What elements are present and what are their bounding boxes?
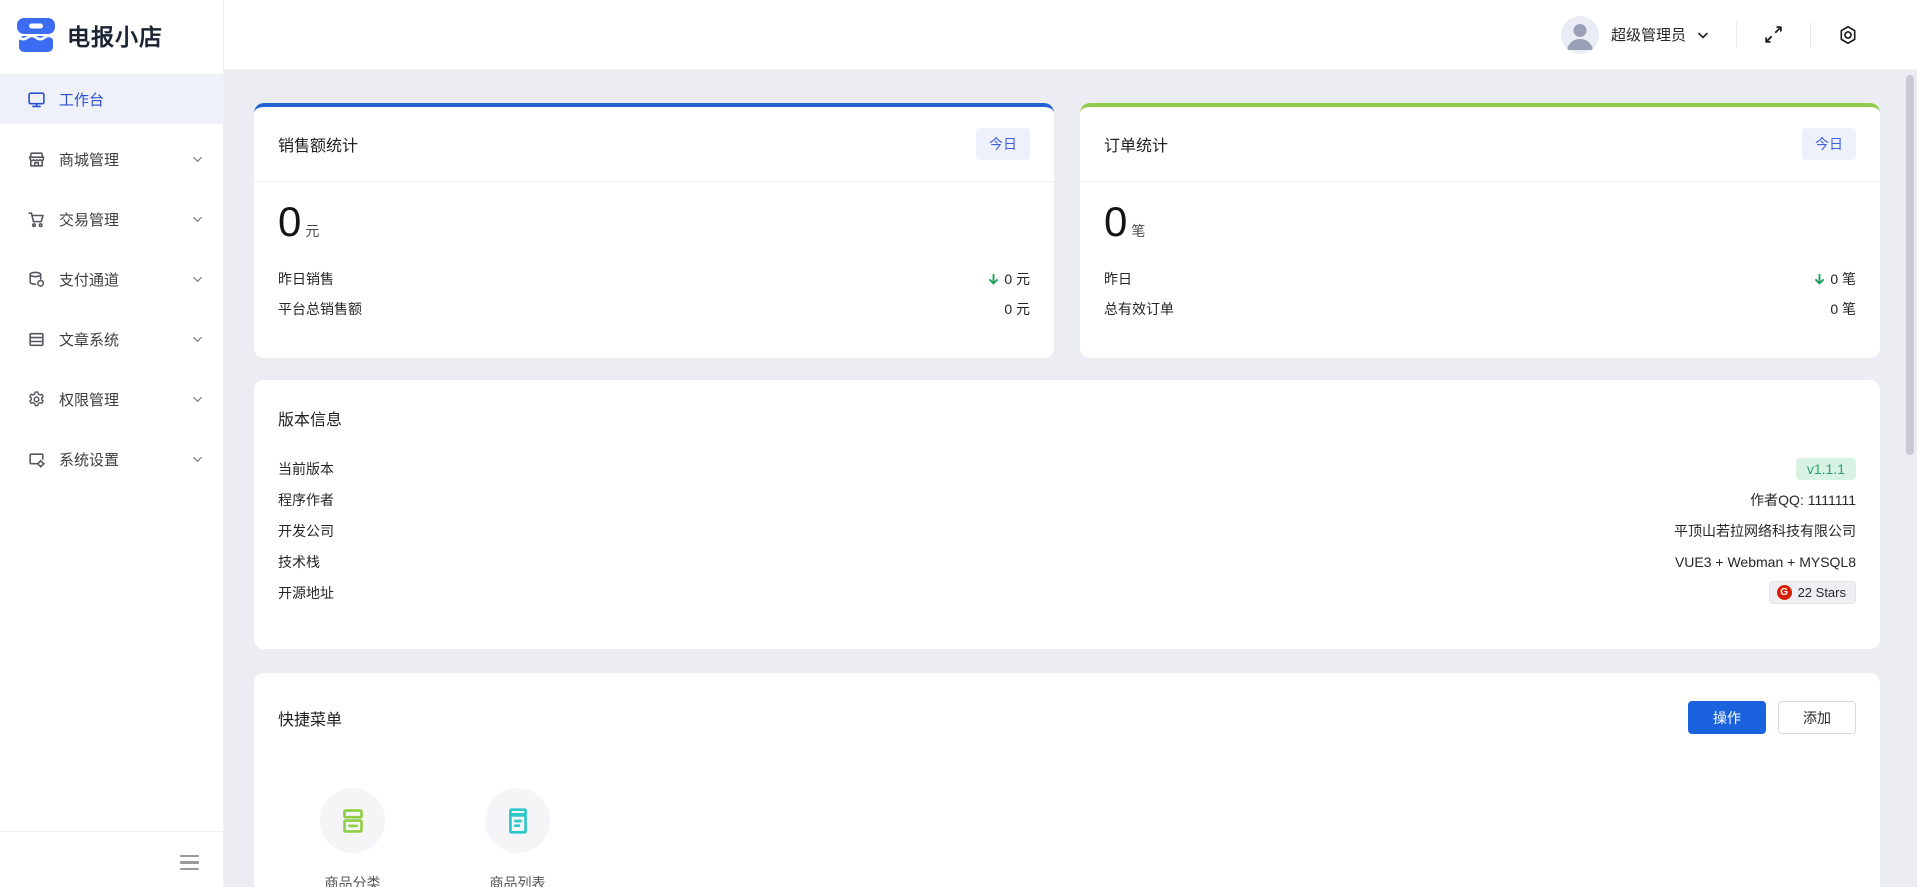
chevron-down-icon — [1696, 29, 1710, 41]
payment-db-icon — [27, 270, 46, 289]
sidebar-item-label: 工作台 — [59, 89, 104, 110]
add-button[interactable]: 添加 — [1778, 701, 1856, 734]
gitee-stars-badge[interactable]: G 22 Stars — [1769, 581, 1856, 604]
sidebar-menu: 工作台 商城管理 交易管理 — [0, 70, 223, 484]
version-row-label: 开发公司 — [278, 521, 334, 541]
version-row: 开源地址 G 22 Stars — [278, 577, 1856, 608]
shop-icon — [27, 150, 46, 169]
stat-row-value: 0 笔 — [1830, 299, 1856, 319]
version-row-label: 程序作者 — [278, 490, 334, 510]
version-row-value: VUE3 + Webman + MYSQL8 — [1675, 554, 1856, 570]
system-gear-icon — [27, 450, 46, 469]
sidebar-item-workbench[interactable]: 工作台 — [0, 74, 223, 124]
today-badge: 今日 — [1802, 128, 1856, 160]
shop-logo-icon — [14, 13, 58, 57]
chevron-down-icon — [191, 214, 204, 225]
version-badge: v1.1.1 — [1796, 458, 1856, 480]
sidebar-item-permission[interactable]: 权限管理 — [0, 374, 223, 424]
sidebar: 电报小店 工作台 商城管理 — [0, 0, 224, 887]
top-header: 超级管理员 — [224, 0, 1917, 70]
stat-row-label: 昨日 — [1104, 269, 1132, 289]
sidebar-divider — [0, 831, 223, 832]
chevron-down-icon — [191, 274, 204, 285]
stat-row: 昨日销售 0 元 — [278, 264, 1030, 294]
app-title: 电报小店 — [67, 18, 163, 52]
chevron-down-icon — [191, 154, 204, 165]
monitor-icon — [27, 90, 46, 109]
header-divider — [1810, 22, 1811, 48]
version-row-label: 开源地址 — [278, 583, 334, 603]
version-info-card: 版本信息 当前版本 v1.1.1 程序作者 作者QQ: 1111111 开发公司… — [254, 380, 1880, 649]
stars-count: 22 Stars — [1798, 585, 1846, 600]
quick-menu-title: 快捷菜单 — [278, 706, 342, 730]
version-row-label: 当前版本 — [278, 459, 334, 479]
avatar — [1561, 16, 1599, 54]
user-menu[interactable]: 超级管理员 — [1561, 16, 1710, 54]
orders-card-title: 订单统计 — [1104, 132, 1168, 156]
cart-icon — [27, 210, 46, 229]
stat-row-label: 昨日销售 — [278, 269, 334, 289]
stat-row-label: 总有效订单 — [1104, 299, 1174, 319]
version-row-label: 技术栈 — [278, 552, 320, 572]
main-content: 销售额统计 今日 0元 昨日销售 0 元 — [224, 70, 1917, 887]
quick-item-label: 商品列表 — [490, 873, 546, 887]
quick-item-product-category[interactable]: 商品分类 — [320, 788, 385, 887]
trend-down-icon — [1813, 273, 1826, 286]
sidebar-item-mall[interactable]: 商城管理 — [0, 134, 223, 184]
chevron-down-icon — [191, 394, 204, 405]
sidebar-item-label: 支付通道 — [59, 269, 119, 290]
sidebar-item-label: 系统设置 — [59, 449, 119, 470]
sidebar-item-label: 权限管理 — [59, 389, 119, 410]
stat-row: 昨日 0 笔 — [1104, 264, 1856, 294]
version-row-value: 平顶山若拉网络科技有限公司 — [1674, 521, 1856, 541]
stat-row: 总有效订单 0 笔 — [1104, 294, 1856, 324]
chevron-down-icon — [191, 334, 204, 345]
sidebar-item-article[interactable]: 文章系统 — [0, 314, 223, 364]
version-row: 开发公司 平顶山若拉网络科技有限公司 — [278, 515, 1856, 546]
stat-row-value: 0 元 — [987, 269, 1030, 289]
category-icon — [320, 788, 385, 853]
chevron-down-icon — [191, 454, 204, 465]
list-icon — [485, 788, 550, 853]
sales-value: 0元 — [278, 198, 1030, 246]
sales-stats-card: 销售额统计 今日 0元 昨日销售 0 元 — [254, 103, 1054, 358]
today-badge: 今日 — [976, 128, 1030, 160]
sidebar-item-trade[interactable]: 交易管理 — [0, 194, 223, 244]
sidebar-item-payment[interactable]: 支付通道 — [0, 254, 223, 304]
action-button[interactable]: 操作 — [1688, 701, 1766, 734]
fullscreen-icon[interactable] — [1763, 24, 1784, 45]
version-row-value: 作者QQ: 1111111 — [1750, 490, 1856, 510]
gear-icon — [27, 390, 46, 409]
version-row: 技术栈 VUE3 + Webman + MYSQL8 — [278, 546, 1856, 577]
orders-stats-card: 订单统计 今日 0笔 昨日 0 笔 — [1080, 103, 1880, 358]
quick-item-label: 商品分类 — [325, 873, 381, 887]
sidebar-item-label: 商城管理 — [59, 149, 119, 170]
brand[interactable]: 电报小店 — [0, 0, 223, 70]
stat-row-label: 平台总销售额 — [278, 299, 362, 319]
orders-value: 0笔 — [1104, 198, 1856, 246]
gitee-icon: G — [1777, 585, 1792, 600]
version-card-title: 版本信息 — [278, 406, 1856, 430]
sidebar-item-system[interactable]: 系统设置 — [0, 434, 223, 484]
version-row: 当前版本 v1.1.1 — [278, 453, 1856, 484]
sales-card-title: 销售额统计 — [278, 132, 358, 156]
vertical-scrollbar[interactable] — [1906, 75, 1914, 455]
quick-item-product-list[interactable]: 商品列表 — [485, 788, 550, 887]
orders-unit: 笔 — [1131, 223, 1145, 239]
header-divider — [1736, 22, 1737, 48]
stat-row: 平台总销售额 0 元 — [278, 294, 1030, 324]
trend-down-icon — [987, 273, 1000, 286]
version-row: 程序作者 作者QQ: 1111111 — [278, 484, 1856, 515]
sidebar-item-label: 交易管理 — [59, 209, 119, 230]
article-icon — [27, 330, 46, 349]
sales-unit: 元 — [305, 223, 319, 239]
sidebar-item-label: 文章系统 — [59, 329, 119, 350]
username: 超级管理员 — [1611, 24, 1686, 45]
stat-row-value: 0 元 — [1004, 299, 1030, 319]
quick-menu-card: 快捷菜单 操作 添加 商品分类 商 — [254, 673, 1880, 887]
settings-nut-icon[interactable] — [1837, 24, 1859, 46]
stat-row-value: 0 笔 — [1813, 269, 1856, 289]
sidebar-collapse-button[interactable] — [180, 855, 199, 870]
